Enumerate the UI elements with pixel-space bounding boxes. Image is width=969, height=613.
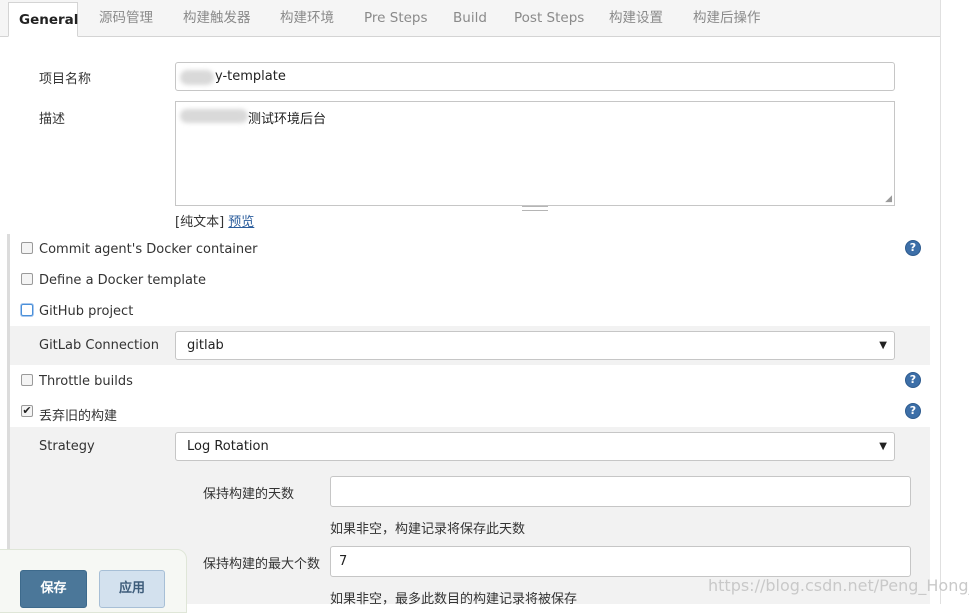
max-builds-hint: 如果非空，最多此数目的构建记录将被保存 — [330, 592, 578, 607]
watermark-text: https://blog.csdn.net/Peng_Hong_fu — [708, 576, 969, 595]
project-name-value: y-template — [215, 69, 286, 84]
gitlab-connection-label: GitLab Connection — [39, 338, 159, 353]
config-tab-bar: General 源码管理 构建触发器 构建环境 Pre Steps Build … — [0, 0, 940, 37]
chevron-down-icon: ▼ — [879, 441, 887, 452]
days-to-keep-input[interactable] — [330, 476, 911, 507]
tab-source-code[interactable]: 源码管理 — [99, 0, 153, 36]
tab-build-environment[interactable]: 构建环境 — [280, 0, 334, 36]
tab-general[interactable]: General — [8, 2, 78, 37]
max-builds-label: 保持构建的最大个数 — [203, 557, 321, 572]
strategy-value: Log Rotation — [187, 439, 269, 454]
redacted-text — [180, 70, 214, 85]
discard-old-builds-checkbox[interactable]: ✔ — [21, 405, 33, 417]
throttle-builds-label: Throttle builds — [39, 374, 133, 389]
max-builds-input[interactable]: 7 — [330, 546, 911, 577]
strategy-label: Strategy — [39, 439, 95, 454]
tab-build-triggers[interactable]: 构建触发器 — [183, 0, 251, 36]
commit-docker-label: Commit agent's Docker container — [39, 242, 258, 257]
save-button[interactable]: 保存 — [20, 570, 87, 608]
textarea-resize-grip[interactable] — [522, 206, 548, 211]
gitlab-connection-select[interactable]: gitlab ▼ — [175, 331, 895, 360]
days-to-keep-label: 保持构建的天数 — [203, 487, 295, 502]
project-name-input[interactable]: y-template — [175, 62, 895, 91]
github-project-label: GitHub project — [39, 304, 134, 319]
throttle-builds-checkbox[interactable] — [21, 374, 33, 386]
plain-text-label: [纯文本] — [175, 215, 225, 230]
tab-pre-steps[interactable]: Pre Steps — [364, 0, 428, 36]
discard-old-builds-label: 丢弃旧的构建 — [39, 409, 118, 424]
define-docker-checkbox[interactable] — [21, 273, 33, 285]
tab-post-build-actions[interactable]: 构建后操作 — [693, 0, 761, 36]
editor-mode-links: [纯文本] 预览 — [175, 211, 254, 230]
tab-build-settings[interactable]: 构建设置 — [609, 0, 663, 36]
apply-button[interactable]: 应用 — [99, 570, 165, 608]
define-docker-label: Define a Docker template — [39, 273, 207, 288]
tab-post-steps[interactable]: Post Steps — [514, 0, 584, 36]
description-label: 描述 — [39, 112, 66, 127]
github-project-checkbox[interactable] — [21, 304, 33, 316]
description-textarea[interactable]: 测试环境后台 ◢ — [175, 101, 895, 206]
strategy-select[interactable]: Log Rotation ▼ — [175, 432, 895, 461]
gitlab-connection-value: gitlab — [187, 338, 224, 353]
help-icon[interactable]: ? — [905, 403, 921, 419]
chevron-down-icon: ▼ — [879, 340, 887, 351]
project-name-label: 项目名称 — [39, 72, 92, 87]
help-icon[interactable]: ? — [905, 372, 921, 388]
description-value: 测试环境后台 — [248, 112, 327, 127]
redacted-text — [180, 109, 248, 123]
days-to-keep-hint: 如果非空，构建记录将保存此天数 — [330, 522, 526, 537]
preview-link[interactable]: 预览 — [228, 215, 254, 230]
resize-corner-icon[interactable]: ◢ — [885, 194, 892, 204]
commit-docker-checkbox[interactable] — [21, 242, 33, 254]
tab-build[interactable]: Build — [453, 0, 487, 36]
help-icon[interactable]: ? — [905, 240, 921, 256]
content-edge — [940, 0, 941, 604]
